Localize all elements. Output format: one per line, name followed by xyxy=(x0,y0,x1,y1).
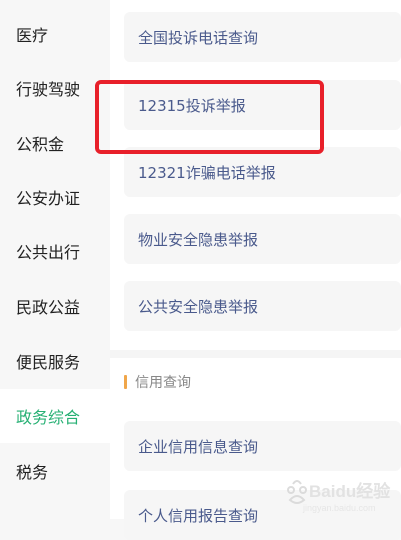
section-accent-bar xyxy=(124,375,127,389)
section-title-label: 信用查询 xyxy=(135,375,191,391)
service-card-property-safety-report[interactable]: 物业安全隐患举报 xyxy=(124,214,401,264)
category-sidebar: 医疗 行驶驾驶 公积金 公安办证 公共出行 民政公益 便民服务 政务综合 税务 xyxy=(0,0,110,519)
service-card-complaint-phone-query[interactable]: 全国投诉电话查询 xyxy=(124,12,401,62)
section-title-credit: 信用查询 xyxy=(124,372,191,392)
sidebar-item-public-transport[interactable]: 公共出行 xyxy=(0,224,110,278)
service-card-enterprise-credit[interactable]: 企业信用信息查询 xyxy=(124,421,401,471)
service-card-public-safety-report[interactable]: 公共安全隐患举报 xyxy=(124,281,401,331)
service-card-label: 全国投诉电话查询 xyxy=(138,28,259,47)
sidebar-item-police-certificates[interactable]: 公安办证 xyxy=(0,170,110,224)
service-list-panel: 全国投诉电话查询 12315投诉举报 12321诈骗电话举报 物业安全隐患举报 … xyxy=(110,0,401,540)
sidebar-item-civil-affairs[interactable]: 民政公益 xyxy=(0,279,110,333)
sidebar-item-government-affairs[interactable]: 政务综合 xyxy=(0,389,110,443)
service-card-12315-complaint[interactable]: 12315投诉举报 xyxy=(124,80,401,130)
sidebar-item-tax[interactable]: 税务 xyxy=(0,444,110,498)
service-card-label: 企业信用信息查询 xyxy=(138,437,259,456)
service-card-12321-fraud-report[interactable]: 12321诈骗电话举报 xyxy=(124,147,401,197)
service-card-label: 公共安全隐患举报 xyxy=(138,297,259,316)
service-card-label: 12321诈骗电话举报 xyxy=(138,163,276,182)
sidebar-item-driving[interactable]: 行驶驾驶 xyxy=(0,61,110,115)
sidebar-item-convenience-services[interactable]: 便民服务 xyxy=(0,334,110,388)
sidebar-item-housing-fund[interactable]: 公积金 xyxy=(0,116,110,170)
service-card-label: 个人信用报告查询 xyxy=(138,506,259,525)
section-divider xyxy=(110,350,401,358)
service-card-label: 12315投诉举报 xyxy=(138,96,246,115)
service-card-label: 物业安全隐患举报 xyxy=(138,230,259,249)
service-card-personal-credit[interactable]: 个人信用报告查询 xyxy=(124,490,401,540)
sidebar-item-medical[interactable]: 医疗 xyxy=(0,7,110,61)
